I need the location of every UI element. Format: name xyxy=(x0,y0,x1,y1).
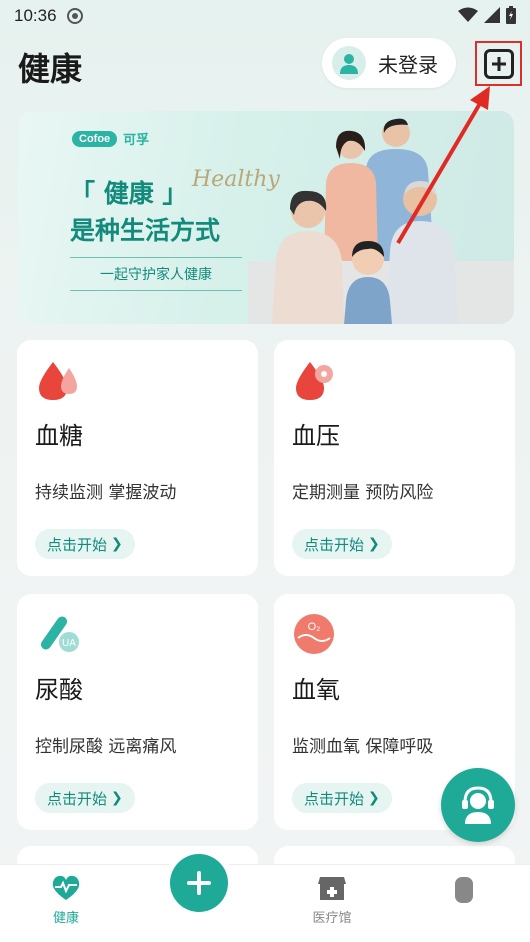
card-blood-glucose[interactable]: 血糖 持续监测 掌握波动 点击开始 ❯ xyxy=(17,340,258,576)
brand-name: 可孚 xyxy=(123,133,150,148)
chevron-right-icon: ❯ xyxy=(368,790,380,806)
tab-label: 健康 xyxy=(52,911,79,926)
card-title: 血氧 xyxy=(292,676,340,704)
shield-icon xyxy=(66,8,83,24)
tab-label: 医疗馆 xyxy=(312,911,352,926)
banner-headline-2: 是种生活方式 xyxy=(70,216,221,245)
card-blood-pressure[interactable]: 血压 定期测量 预防风险 点击开始 ❯ xyxy=(274,340,515,576)
blood-pressure-icon xyxy=(296,362,333,400)
tab-clinic[interactable]: 医疗馆 xyxy=(292,875,372,926)
chevron-right-icon: ❯ xyxy=(111,790,123,806)
profile-icon xyxy=(455,877,473,903)
add-button-highlight[interactable] xyxy=(475,41,522,86)
clinic-icon xyxy=(318,877,346,900)
battery-icon xyxy=(506,6,516,24)
login-label: 未登录 xyxy=(378,52,438,77)
start-button-label: 点击开始 xyxy=(304,789,365,808)
start-button[interactable]: 点击开始 ❯ xyxy=(35,783,135,813)
start-button-label: 点击开始 xyxy=(47,535,108,554)
add-icon[interactable] xyxy=(483,48,514,79)
login-button[interactable]: 未登录 xyxy=(322,38,456,88)
start-button[interactable]: 点击开始 ❯ xyxy=(292,783,392,813)
wifi-icon xyxy=(458,7,478,22)
card-desc: 监测血氧 保障呼吸 xyxy=(292,737,434,757)
card-desc: 持续监测 掌握波动 xyxy=(35,483,177,503)
blood-oxygen-icon-text: O₂ xyxy=(308,621,321,633)
status-bar: 10:36 xyxy=(0,0,530,32)
card-title: 尿酸 xyxy=(35,676,83,704)
avatar xyxy=(332,46,366,80)
user-icon xyxy=(340,54,358,74)
card-desc: 控制尿酸 远离痛风 xyxy=(35,737,177,757)
signal-icon xyxy=(484,7,500,23)
start-button[interactable]: 点击开始 ❯ xyxy=(292,529,392,559)
card-title: 血糖 xyxy=(35,422,83,450)
card-title: 血压 xyxy=(292,422,340,450)
start-button[interactable]: 点击开始 ❯ xyxy=(35,529,135,559)
headset-icon xyxy=(462,786,494,824)
status-icons xyxy=(458,6,516,24)
start-button-label: 点击开始 xyxy=(304,535,365,554)
tab-health[interactable]: 健康 xyxy=(26,875,106,926)
customer-service-button[interactable] xyxy=(441,768,515,842)
bottom-tab-bar: 健康 医疗馆 xyxy=(0,864,530,942)
center-add-button[interactable] xyxy=(170,854,228,912)
start-button-label: 点击开始 xyxy=(47,789,108,808)
brand-logo: Cofoe xyxy=(72,130,118,147)
page-title: 健康 xyxy=(18,50,83,88)
chevron-right-icon: ❯ xyxy=(368,536,380,552)
status-time: 10:36 xyxy=(14,6,57,25)
uric-acid-icon-text: UA xyxy=(62,638,76,649)
heart-pulse-icon xyxy=(52,875,80,900)
card-desc: 定期测量 预防风险 xyxy=(292,483,434,503)
brand: Cofoe 可孚 xyxy=(72,129,149,148)
tab-profile[interactable] xyxy=(424,875,504,905)
promo-banner[interactable]: Cofoe 可孚 「 健康 」 Healthy 是种生活方式 一起守护家人健康 xyxy=(18,111,514,324)
chevron-right-icon: ❯ xyxy=(111,536,123,552)
blood-oxygen-icon: O₂ xyxy=(294,614,334,654)
blood-drop-icon xyxy=(39,362,77,400)
uric-acid-icon: UA xyxy=(40,616,79,652)
banner-headline-1: 「 健康 」 xyxy=(70,179,188,208)
card-uric-acid[interactable]: UA 尿酸 控制尿酸 远离痛风 点击开始 ❯ xyxy=(17,594,258,830)
banner-tagline: 一起守护家人健康 xyxy=(70,257,242,291)
family-photo xyxy=(248,118,514,324)
